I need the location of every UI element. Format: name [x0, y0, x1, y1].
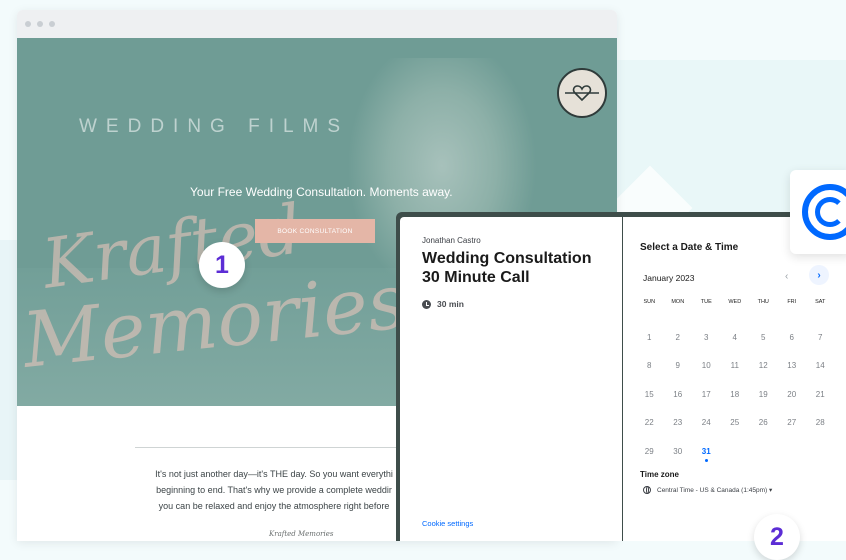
cookie-settings-link[interactable]: Cookie settings	[422, 519, 473, 528]
calendar-day: 28	[815, 418, 825, 428]
calendar-day-selected[interactable]: 31	[692, 438, 721, 467]
calendar-day: 23	[673, 418, 683, 428]
calendar-day: 7	[818, 332, 823, 342]
calendar-day: 30	[673, 446, 683, 456]
section-divider	[135, 447, 435, 448]
calendar-day: 2	[675, 332, 680, 342]
intro-line: It's not just another day—it's THE day. …	[155, 469, 393, 479]
clock-icon	[422, 299, 431, 309]
next-month-button[interactable]: ›	[809, 265, 829, 285]
calendar-day: 26	[758, 418, 768, 428]
calendar-day: 4	[732, 332, 737, 342]
timezone-value: Central Time - US & Canada (1:45pm) ▾	[657, 487, 773, 494]
step-badge-2: 2	[754, 514, 800, 560]
calendar-day: 1	[647, 332, 652, 342]
window-dot-icon	[25, 21, 31, 27]
calendar-grid: SUN MON TUE WED THU FRI SAT 1 2 3 4 5 6 …	[635, 295, 835, 467]
calendar-day: 16	[673, 389, 683, 399]
weekday-header: MON	[671, 299, 685, 305]
logo-ring-inner	[815, 197, 845, 227]
calendar-day: 20	[787, 389, 797, 399]
date-picker-panel: Select a Date & Time January 2023 ‹ › SU…	[623, 217, 846, 541]
weekday-header: SAT	[815, 299, 826, 305]
calendar-day: 22	[644, 418, 654, 428]
date-picker-heading: Select a Date & Time	[640, 242, 739, 253]
weekday-header: SUN	[643, 299, 656, 305]
calendar-day: 14	[815, 361, 825, 371]
calendar-day: 11	[730, 361, 739, 371]
timezone-label: Time zone	[640, 470, 679, 479]
calendar-day: 5	[761, 332, 766, 342]
calendar-day: 29	[644, 446, 654, 456]
weekday-header: FRI	[787, 299, 797, 305]
event-duration: 30 min	[422, 299, 464, 309]
calendar-day: 15	[644, 389, 654, 399]
calendar-day: 27	[787, 418, 797, 428]
signature: Krafted Memories	[269, 530, 334, 538]
hero-kicker: WEDDING FILMS	[79, 116, 350, 137]
calendar-day: 25	[730, 418, 740, 428]
window-dot-icon	[49, 21, 55, 27]
calendar-day: 9	[675, 361, 680, 371]
step-badge-1: 1	[199, 242, 245, 288]
window-dot-icon	[37, 21, 43, 27]
calendar-day: 6	[789, 332, 794, 342]
calendar-day: 13	[787, 361, 797, 371]
intro-line: you can be relaxed and enjoy the atmosph…	[158, 501, 390, 511]
intro-line: beginning to end. That's why we provide …	[156, 485, 392, 495]
weekday-header: THU	[757, 299, 769, 305]
heart-knot-logo-icon[interactable]	[557, 68, 607, 118]
book-consultation-button[interactable]: BOOK CONSULTATION	[255, 219, 375, 243]
calendar-day: 18	[730, 389, 740, 399]
event-title: Wedding Consultation 30 Minute Call	[422, 250, 592, 286]
weekday-header: WED	[728, 299, 742, 305]
calendly-logo-icon	[790, 170, 846, 254]
calendar-day: 12	[758, 361, 768, 371]
timezone-select[interactable]: Central Time - US & Canada (1:45pm) ▾	[643, 486, 772, 494]
calendar-day: 19	[758, 389, 768, 399]
month-label: January 2023	[643, 273, 695, 283]
calendar-day: 24	[701, 418, 711, 428]
calendar-day: 10	[701, 361, 711, 371]
weekday-header: TUE	[700, 299, 712, 305]
globe-icon	[643, 486, 651, 494]
calendar-day: 3	[704, 332, 709, 342]
previous-month-button[interactable]: ‹	[785, 271, 788, 282]
event-details-panel: Jonathan Castro Wedding Consultation 30 …	[400, 217, 622, 541]
calendar-day: 17	[701, 389, 711, 399]
browser-titlebar	[17, 10, 617, 38]
hero-tagline: Your Free Wedding Consultation. Moments …	[190, 185, 453, 199]
intro-paragraph: It's not just another day—it's THE day. …	[129, 466, 419, 514]
duration-text: 30 min	[437, 299, 464, 309]
host-name: Jonathan Castro	[422, 236, 481, 245]
calendar-day: 8	[647, 361, 652, 371]
calendar-day: 21	[815, 389, 825, 399]
booking-widget: Jonathan Castro Wedding Consultation 30 …	[396, 212, 846, 541]
